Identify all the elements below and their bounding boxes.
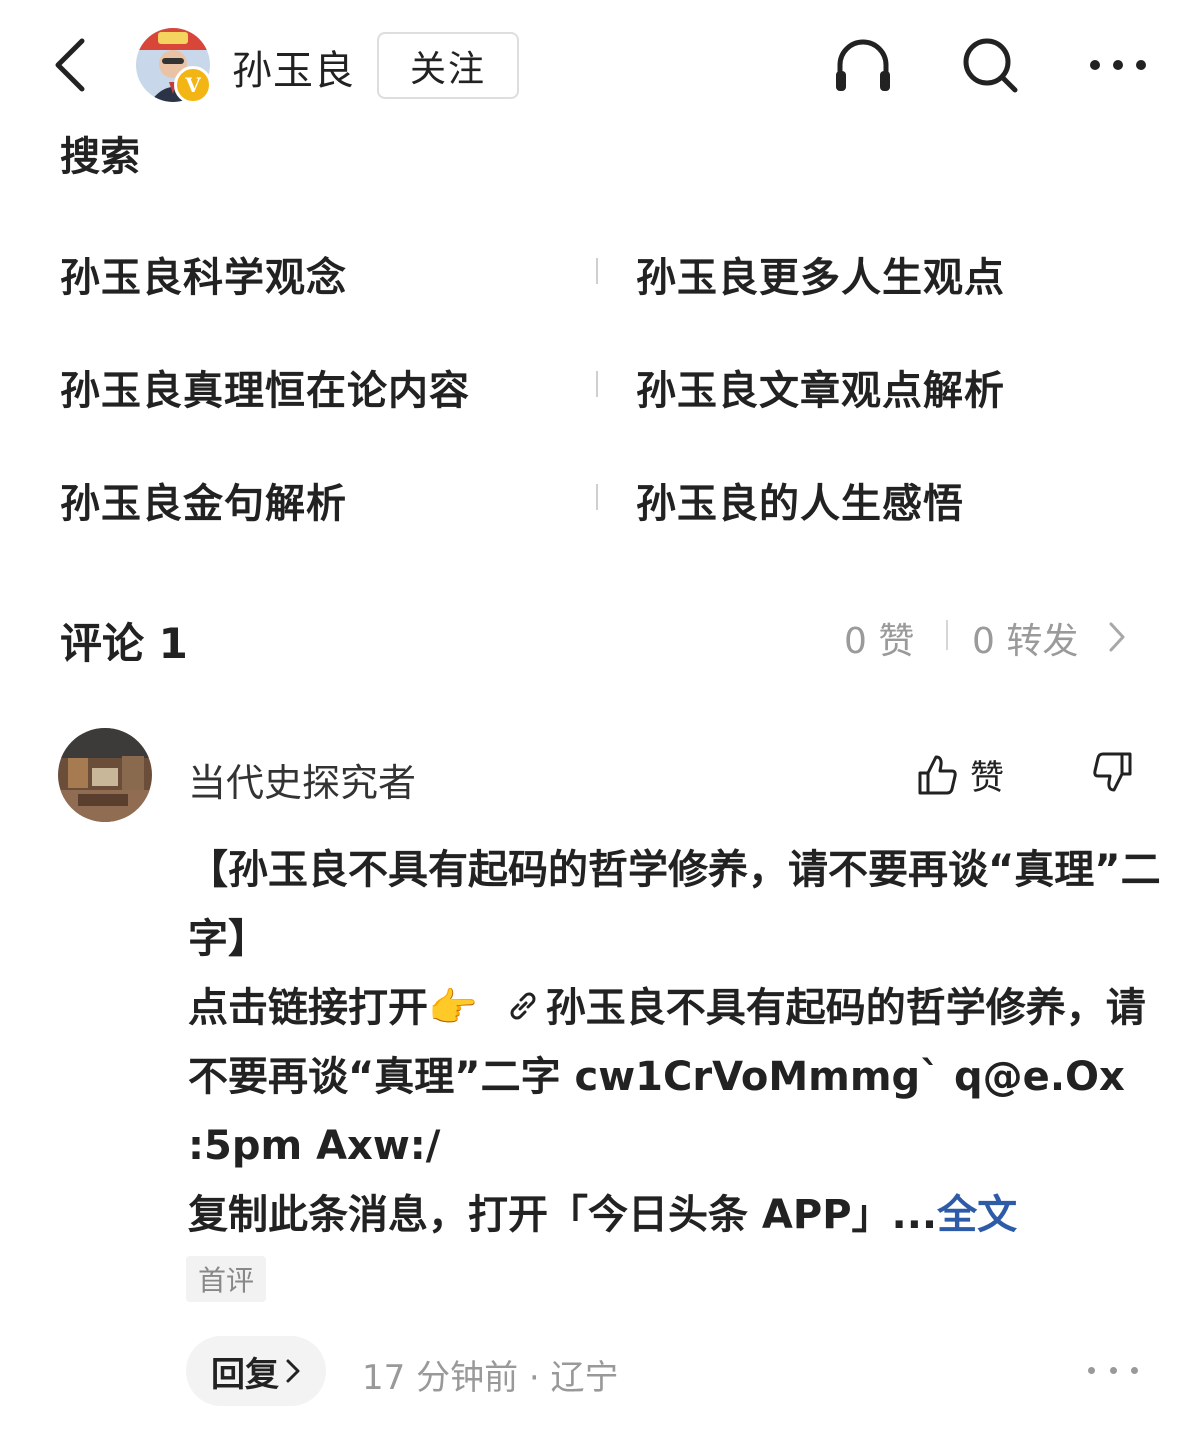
reply-button[interactable]: 回复 — [186, 1336, 326, 1406]
author-name[interactable]: 孙玉良 — [232, 38, 355, 96]
commenter-avatar[interactable] — [58, 728, 152, 822]
divider — [596, 258, 598, 284]
more-icon — [1088, 1366, 1095, 1374]
more-button[interactable] — [1086, 33, 1150, 97]
comment-more-button[interactable] — [1088, 1350, 1138, 1390]
full-text-link[interactable]: 全文 — [937, 1192, 1017, 1238]
comment-text-prefix: 点击链接打开 — [188, 985, 428, 1031]
search-suggestion-4[interactable]: 孙玉良文章观点解析 — [636, 358, 1005, 416]
search-button[interactable] — [958, 33, 1022, 97]
search-section-title: 搜索 — [60, 134, 140, 180]
headphones-icon — [836, 39, 890, 91]
comment-like-button[interactable]: 赞 — [916, 750, 1004, 799]
more-icon-dot — [1109, 1366, 1117, 1374]
reply-label: 回复 — [211, 1354, 279, 1395]
comment-meta: 17 分钟前 · 辽宁 — [362, 1358, 619, 1398]
more-icon — [1090, 60, 1146, 70]
comment-text-line3: 复制此条消息，打开「今日头条 APP」... — [188, 1192, 938, 1238]
commenter-name[interactable]: 当代史探究者 — [188, 752, 416, 807]
divider — [596, 371, 598, 397]
search-icon — [963, 38, 1018, 93]
comment-text-line1: 【孙玉良不具有起码的哲学修养，请不要再谈“真理”二字】 — [188, 847, 1161, 962]
search-suggestion-6[interactable]: 孙玉良的人生感悟 — [636, 471, 964, 529]
comment-dislike-button[interactable] — [1090, 750, 1138, 798]
search-suggestion-3[interactable]: 孙玉良真理恒在论内容 — [60, 358, 470, 416]
comment-like-label: 赞 — [970, 758, 1004, 798]
back-button[interactable] — [40, 30, 100, 100]
comment-body: 【孙玉良不具有起码的哲学修养，请不要再谈“真理”二字】 点击链接打开👉 孙玉良不… — [188, 836, 1168, 1250]
thumbs-up-icon — [918, 755, 957, 794]
chevron-right-icon[interactable] — [1106, 620, 1128, 658]
first-comment-tag: 首评 — [186, 1256, 266, 1302]
search-suggestion-5[interactable]: 孙玉良金句解析 — [60, 471, 347, 529]
likes-count[interactable]: 0 赞 — [844, 612, 914, 664]
chevron-right-icon — [286, 1359, 300, 1383]
comments-title: 评论 1 — [60, 619, 188, 668]
divider — [946, 620, 948, 650]
thumbs-down-icon — [1093, 752, 1132, 792]
more-icon-dot — [1131, 1366, 1138, 1374]
search-suggestion-1[interactable]: 孙玉良科学观念 — [60, 245, 347, 303]
back-icon — [55, 38, 85, 92]
verified-icon: V — [174, 66, 212, 104]
divider — [596, 484, 598, 510]
search-suggestion-2[interactable]: 孙玉良更多人生观点 — [636, 245, 1005, 303]
pointing-hand-emoji: 👉 — [428, 985, 478, 1031]
reposts-count[interactable]: 0 转发 — [972, 612, 1078, 664]
follow-button[interactable]: 关注 — [377, 32, 519, 99]
link-icon[interactable] — [504, 987, 542, 1025]
author-avatar[interactable]: V — [134, 26, 214, 106]
listen-button[interactable] — [831, 33, 895, 97]
